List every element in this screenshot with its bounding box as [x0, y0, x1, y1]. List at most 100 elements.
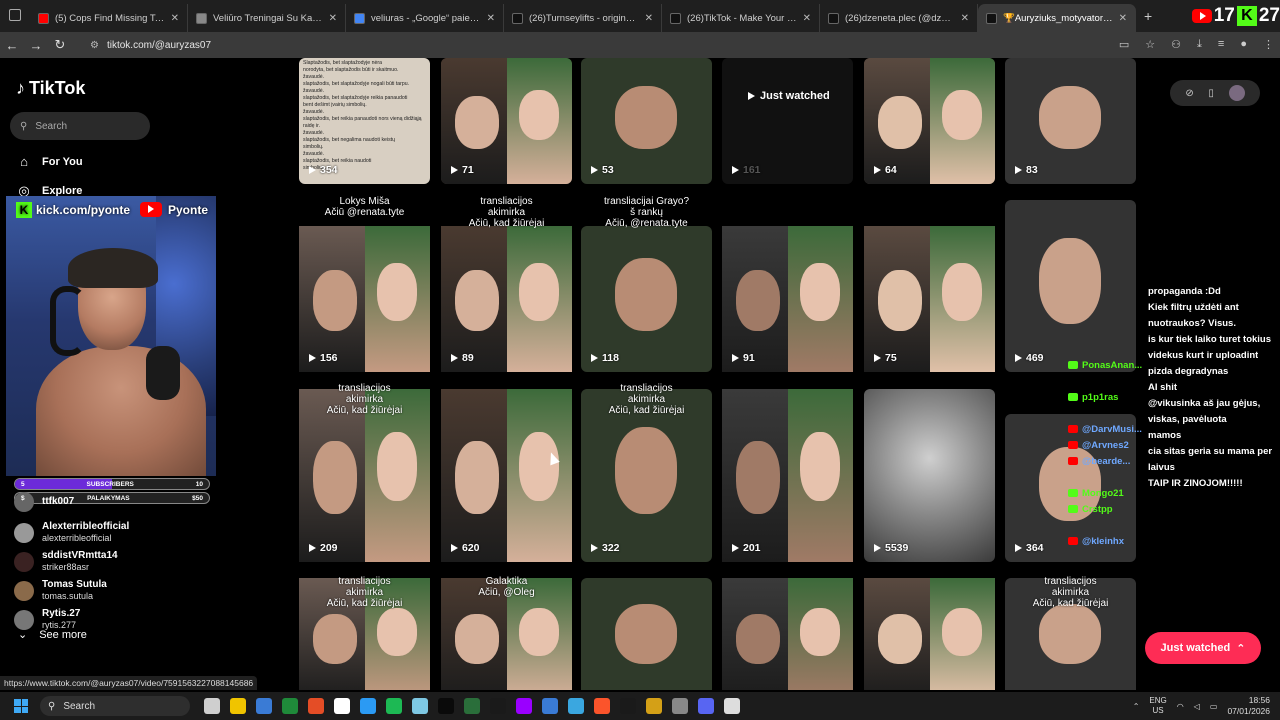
taskbar-app-icon[interactable] — [464, 698, 480, 714]
avatar[interactable] — [1228, 85, 1245, 101]
url-field[interactable]: ⚙ tiktok.com/@auryzas07 — [82, 35, 1082, 55]
video-card[interactable]: 53 — [581, 58, 712, 184]
just-watched-button[interactable]: Just watched ⌃ — [1145, 632, 1261, 664]
browser-tab[interactable]: veliuras - „Google“ paieška ✕ — [346, 4, 504, 32]
device-icon[interactable]: ▯ — [1208, 88, 1214, 99]
clock[interactable]: 18:56 07/01/2026 — [1227, 695, 1270, 717]
video-card[interactable]: 469 — [1005, 200, 1136, 372]
battery-icon[interactable]: ▭ — [1210, 702, 1218, 711]
video-card[interactable]: Slaptažodis, bet slaptažodyje nėra norod… — [299, 58, 430, 184]
volume-icon[interactable]: ◁ — [1194, 702, 1200, 711]
taskbar-app-icon[interactable] — [490, 698, 506, 714]
forward-icon[interactable]: → — [24, 38, 48, 53]
download-icon[interactable]: ⤓ — [1197, 38, 1202, 51]
video-card[interactable]: 201 — [722, 389, 853, 562]
wifi-icon[interactable]: ◠ — [1177, 702, 1184, 711]
video-card[interactable] — [581, 578, 712, 690]
taskbar-app-icon[interactable] — [204, 698, 220, 714]
video-card[interactable]: transliacijos akimirka Ačiū, kad žiūrėja… — [299, 576, 430, 690]
coin-icon[interactable]: ⊘ — [1185, 88, 1193, 99]
video-card[interactable]: Lokys Miša Ačiū @renata.tyte 156 — [299, 196, 430, 372]
video-card[interactable]: 71 — [441, 58, 572, 184]
video-card[interactable]: 161 Just watched — [722, 58, 853, 184]
back-icon[interactable]: ← — [0, 38, 24, 53]
chat-username[interactable]: Mongo21 — [1068, 486, 1124, 502]
tab-close-icon[interactable]: ✕ — [961, 13, 969, 24]
media-icon[interactable]: ≡ — [1218, 38, 1224, 51]
site-info-icon[interactable]: ⚙ — [90, 40, 99, 51]
taskbar-app-icon[interactable] — [542, 698, 558, 714]
tray-chevron-icon[interactable]: ⌃ — [1133, 702, 1140, 711]
browser-tab[interactable]: (26)Turnseylifts - original sound ✕ — [504, 4, 662, 32]
tab-close-icon[interactable]: ✕ — [1119, 13, 1127, 24]
following-item[interactable]: Alexterribleofficial alexterribleofficial — [14, 521, 129, 544]
taskbar-app-icon[interactable] — [672, 698, 688, 714]
video-card[interactable]: 91 — [722, 226, 853, 372]
chat-username[interactable]: p1p1ras — [1068, 390, 1118, 406]
video-card[interactable]: transliacijos akimirka Ačiū, kad žiūrėja… — [299, 383, 430, 562]
see-more-button[interactable]: ⌄ See more — [18, 628, 87, 642]
chat-username[interactable]: Crstpp — [1068, 502, 1113, 518]
search-input[interactable]: ⚲ Search — [10, 112, 150, 140]
tab-close-icon[interactable]: ✕ — [329, 13, 337, 24]
profile-icon[interactable]: ● — [1240, 38, 1247, 51]
tab-close-icon[interactable]: ✕ — [645, 13, 653, 24]
chat-username[interactable]: PonasAnan... — [1068, 358, 1142, 374]
video-card[interactable] — [722, 578, 853, 690]
windows-start-icon[interactable] — [14, 699, 28, 713]
taskbar-search[interactable]: ⚲ Search — [40, 696, 190, 716]
chat-username[interactable]: @bearde... — [1068, 454, 1130, 470]
youtube-icon — [1068, 537, 1078, 546]
browser-tab[interactable]: Veliūro Treningai Su Kapišonu - ✕ — [188, 4, 346, 32]
browser-tab[interactable]: (26)TikTok - Make Your Day ✕ — [662, 4, 820, 32]
taskbar-app-icon[interactable] — [438, 698, 454, 714]
taskbar-app-icon[interactable] — [308, 698, 324, 714]
video-card[interactable]: 64 — [864, 58, 995, 184]
taskbar-app-icon[interactable] — [620, 698, 636, 714]
video-card[interactable]: 83 — [1005, 58, 1136, 184]
taskbar-app-icon[interactable] — [516, 698, 532, 714]
tab-close-icon[interactable]: ✕ — [803, 13, 811, 24]
taskbar-app-icon[interactable] — [594, 698, 610, 714]
video-card[interactable]: transliacijos akimirka Ačiū, kad žiūrėja… — [1005, 576, 1136, 690]
video-card[interactable]: transliacijos akimirka Ačiū, kad žiūrėja… — [441, 196, 572, 372]
extensions-icon[interactable]: ⚇ — [1171, 38, 1181, 51]
taskbar-app-icon[interactable] — [412, 698, 428, 714]
taskbar-app-icon[interactable] — [230, 698, 246, 714]
tab-actions-icon[interactable] — [9, 9, 21, 21]
browser-tab[interactable]: (5) Cops Find Missing Teen's Bo ✕ — [30, 4, 188, 32]
following-item[interactable]: sddistVRmtta14 striker88asr — [14, 550, 118, 573]
video-card[interactable]: Galaktika Ačiū, @Oleg — [441, 576, 572, 690]
tab-close-icon[interactable]: ✕ — [171, 13, 179, 24]
taskbar-app-icon[interactable] — [282, 698, 298, 714]
following-item[interactable]: Tomas Sutula tomas.sutula — [14, 579, 107, 602]
new-tab-button[interactable]: + — [1144, 8, 1152, 24]
nav-for-you[interactable]: ⌂ For You — [16, 154, 82, 170]
tab-close-icon[interactable]: ✕ — [487, 13, 495, 24]
taskbar-app-icon[interactable] — [334, 698, 350, 714]
language-indicator[interactable]: ENG US — [1149, 696, 1166, 716]
video-card[interactable]: 75 — [864, 226, 995, 372]
video-card[interactable]: 5539 — [864, 389, 995, 562]
video-card[interactable]: 620 — [441, 389, 572, 562]
bookmark-icon[interactable]: ☆ — [1145, 38, 1155, 51]
reload-icon[interactable]: ↻ — [48, 37, 72, 53]
taskbar-app-icon[interactable] — [360, 698, 376, 714]
chat-username[interactable]: @kleinhx — [1068, 534, 1124, 550]
chat-username[interactable]: @DarvMusi... — [1068, 422, 1142, 438]
menu-icon[interactable]: ⋮ — [1263, 38, 1274, 51]
taskbar-app-icon[interactable] — [386, 698, 402, 714]
video-card[interactable]: transliacijai Grayo? š rankų Ačiū, @rena… — [581, 196, 712, 372]
taskbar-app-icon[interactable] — [568, 698, 584, 714]
taskbar-app-icon[interactable] — [256, 698, 272, 714]
taskbar-app-icon[interactable] — [646, 698, 662, 714]
video-card[interactable]: transliacijos akimirka Ačiū, kad žiūrėja… — [581, 383, 712, 562]
tiktok-logo[interactable]: ♪ TikTok — [16, 78, 85, 99]
taskbar-app-icon[interactable] — [698, 698, 714, 714]
browser-tab[interactable]: (26)dzeneta.plec (@dzeneta.ple ✕ — [820, 4, 978, 32]
install-icon[interactable]: ▭ — [1119, 38, 1129, 51]
taskbar-app-icon[interactable] — [724, 698, 740, 714]
video-card[interactable] — [864, 578, 995, 690]
browser-tab[interactable]: 🏆Auryziuks_motyvatoriuks🏆 ✕ — [978, 4, 1136, 32]
chat-username[interactable]: @Arvnes2 — [1068, 438, 1129, 454]
